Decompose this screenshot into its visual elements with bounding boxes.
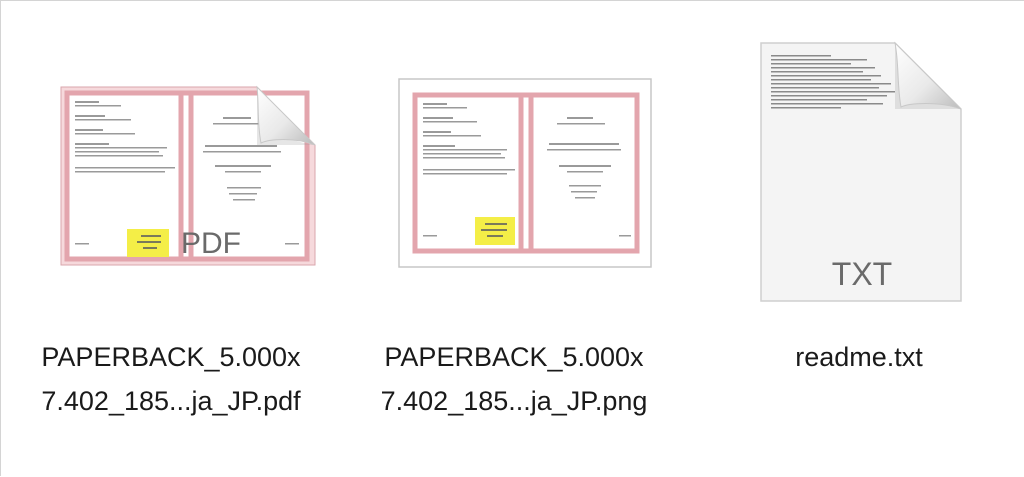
file-item-png[interactable]: PAPERBACK_5.000x 7.402_185...ja_JP.png <box>345 1 685 477</box>
txt-badge: TXT <box>832 256 892 292</box>
file-name-png[interactable]: PAPERBACK_5.000x 7.402_185...ja_JP.png <box>359 335 669 423</box>
png-image-thumbnail-icon[interactable] <box>397 77 655 276</box>
file-name-line2: 7.402_185...ja_JP.png <box>380 386 648 416</box>
finder-icon-view: PDF PAPERBACK_5.000x 7.402_185...ja_JP.p… <box>0 0 1024 476</box>
file-name-pdf[interactable]: PAPERBACK_5.000x 7.402_185...ja_JP.pdf <box>21 335 321 423</box>
pdf-document-icon[interactable]: PDF <box>57 83 319 274</box>
file-name-line1: PAPERBACK_5.000x <box>384 342 644 372</box>
file-name-line1: PAPERBACK_5.000x <box>41 342 301 372</box>
text-document-icon[interactable]: TXT <box>759 41 965 310</box>
file-name-txt[interactable]: readme.txt <box>729 335 989 379</box>
file-name-line2: 7.402_185...ja_JP.pdf <box>41 386 301 416</box>
file-name-line1: readme.txt <box>795 342 923 372</box>
file-item-txt[interactable]: TXT readme.txt <box>689 1 1024 477</box>
file-item-pdf[interactable]: PDF PAPERBACK_5.000x 7.402_185...ja_JP.p… <box>1 1 341 477</box>
pdf-badge: PDF <box>181 227 241 260</box>
